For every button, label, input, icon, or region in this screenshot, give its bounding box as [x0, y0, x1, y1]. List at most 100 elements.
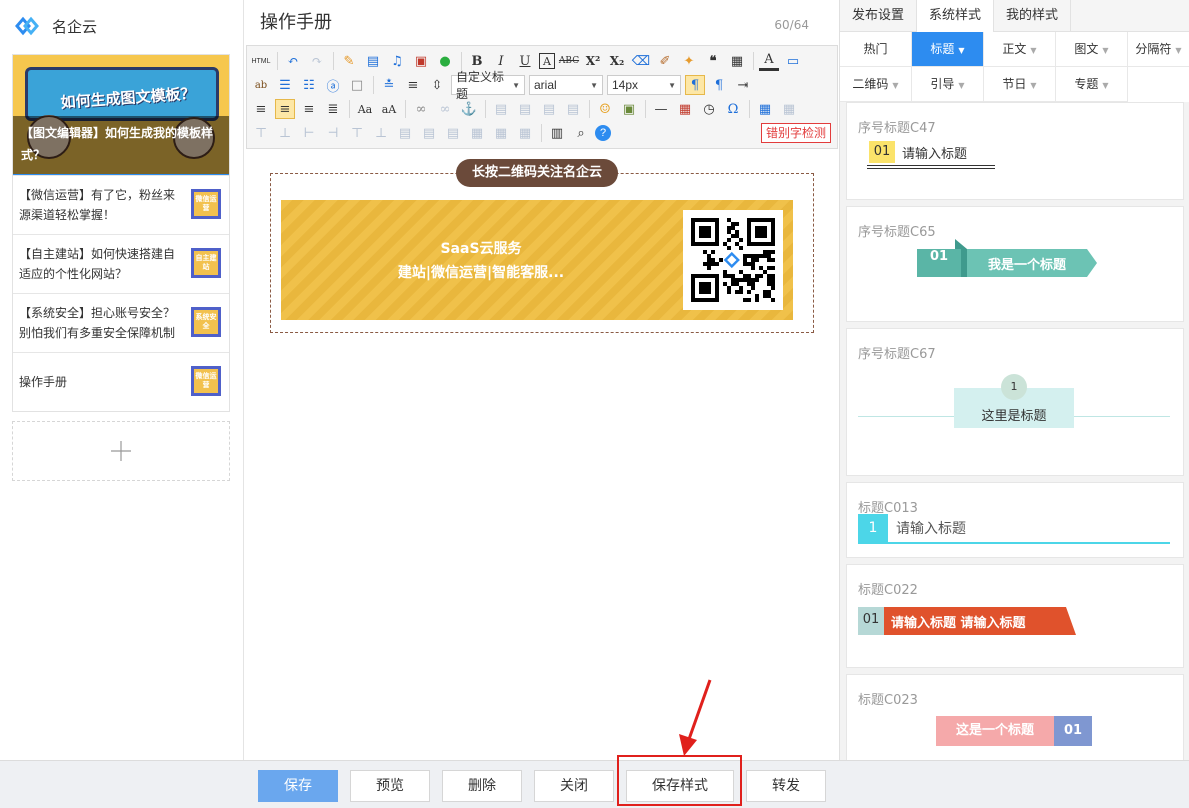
category-guide[interactable]: 引导 ▼: [912, 67, 984, 102]
close-button[interactable]: 关闭: [534, 770, 614, 802]
music-icon[interactable]: ♫: [387, 51, 407, 71]
subscript-button[interactable]: X₂: [607, 51, 627, 71]
video-icon[interactable]: ▤: [363, 51, 383, 71]
font-family-select[interactable]: arial ▼: [529, 75, 603, 95]
bg-color-button[interactable]: ab: [251, 75, 271, 95]
align-right-icon[interactable]: ≡: [299, 99, 319, 119]
unordered-list-icon[interactable]: ☷: [299, 75, 319, 95]
help-icon[interactable]: ?: [595, 125, 611, 141]
align-justify-icon[interactable]: ≣: [323, 99, 343, 119]
add-article-button[interactable]: [12, 421, 230, 481]
category-title[interactable]: 标题 ▼: [912, 32, 984, 67]
forward-button[interactable]: 转发: [746, 770, 826, 802]
typo-check-button[interactable]: 错别字检测: [760, 123, 831, 143]
image-right-icon[interactable]: ▤: [539, 99, 559, 119]
image-center-icon[interactable]: ▤: [563, 99, 583, 119]
format-brush-icon[interactable]: ✐: [655, 51, 675, 71]
ordered-list-icon[interactable]: ☰: [275, 75, 295, 95]
font-size-select[interactable]: 14px ▼: [607, 75, 681, 95]
insert-image-icon[interactable]: ▣: [619, 99, 639, 119]
tab-my-styles[interactable]: 我的样式: [994, 0, 1072, 32]
delete-button[interactable]: 删除: [442, 770, 522, 802]
template-card[interactable]: 标题C023 这是一个标题 01: [846, 674, 1184, 760]
font-border-button[interactable]: A: [539, 53, 555, 69]
tab-system-styles[interactable]: 系统样式: [917, 0, 995, 32]
category-image-text[interactable]: 图文 ▼: [1056, 32, 1128, 67]
save-button[interactable]: 保存: [258, 770, 338, 802]
edit-icon[interactable]: ✎: [339, 51, 359, 71]
article-cover-item[interactable]: 如何生成图文模板？ 【图文编辑器】如何生成我的模板样式？: [13, 55, 229, 175]
template-card[interactable]: 序号标题C47 01 请输入标题: [846, 102, 1184, 200]
anchor-text-icon[interactable]: ⓐ: [323, 75, 343, 95]
insert-row-below-icon[interactable]: ⊥: [275, 123, 295, 143]
lowercase-icon[interactable]: aA: [379, 99, 399, 119]
merge-right-icon[interactable]: ▤: [419, 123, 439, 143]
split-cols-icon[interactable]: ▦: [515, 123, 535, 143]
delete-row-icon[interactable]: ⊢: [299, 123, 319, 143]
list-item[interactable]: 【自主建站】如何快速搭建自适应的个性化网站？ 自主建站: [13, 234, 229, 293]
merge-down-icon[interactable]: ▤: [443, 123, 463, 143]
insert-row-icon[interactable]: ⊤: [251, 123, 271, 143]
template-card[interactable]: 标题C013 1 请输入标题: [846, 482, 1184, 558]
preview-button[interactable]: 预览: [350, 770, 430, 802]
template-card[interactable]: 标题C022 01 请输入标题 请输入标题: [846, 564, 1184, 668]
emoji-icon[interactable]: ☺: [595, 99, 615, 119]
date-icon[interactable]: ▦: [675, 99, 695, 119]
redo-icon[interactable]: ↷: [307, 51, 327, 71]
font-color-button[interactable]: A: [759, 51, 779, 71]
tab-publish-settings[interactable]: 发布设置: [840, 0, 918, 32]
category-hot[interactable]: 热门: [840, 32, 912, 67]
superscript-button[interactable]: X²: [583, 51, 603, 71]
list-item[interactable]: 【系统安全】担心账号安全？别怕我们有多重安全保障机制 系统安全: [13, 293, 229, 352]
insert-col-icon[interactable]: ⊣: [323, 123, 343, 143]
category-qrcode[interactable]: 二维码 ▼: [840, 67, 912, 102]
custom-title-select[interactable]: 自定义标题 ▼: [451, 70, 525, 101]
blank-page-icon[interactable]: □: [347, 75, 367, 95]
image-left-icon[interactable]: ▤: [515, 99, 535, 119]
search-replace-icon[interactable]: ⌕: [571, 123, 591, 143]
paste-icon[interactable]: ▦: [727, 51, 747, 71]
indent-icon[interactable]: ⇥: [733, 75, 753, 95]
insert-col-right-icon[interactable]: ⊤: [347, 123, 367, 143]
fullscreen-icon[interactable]: ▭: [783, 51, 803, 71]
quote-icon[interactable]: ❝: [703, 51, 723, 71]
align-left-icon[interactable]: ≡: [251, 99, 271, 119]
image-none-icon[interactable]: ▤: [491, 99, 511, 119]
delete-col-icon[interactable]: ⊥: [371, 123, 391, 143]
page-title[interactable]: 操作手册: [260, 8, 332, 34]
list-item[interactable]: 【微信运营】有了它，粉丝来源渠道轻松掌握！ 微信运营: [13, 175, 229, 234]
print-icon[interactable]: ▥: [547, 123, 567, 143]
undo-icon[interactable]: ↶: [283, 51, 303, 71]
split-cells-icon[interactable]: ▦: [467, 123, 487, 143]
unlink-icon[interactable]: ∞: [435, 99, 455, 119]
list-item[interactable]: 操作手册 微信运营: [13, 352, 229, 411]
line-height-icon[interactable]: ≛: [379, 75, 399, 95]
align-center-icon[interactable]: ≡: [275, 99, 295, 119]
category-body[interactable]: 正文 ▼: [984, 32, 1056, 67]
underline-button[interactable]: U: [515, 51, 535, 71]
category-topic[interactable]: 专题 ▼: [1056, 67, 1128, 102]
table-delete-icon[interactable]: ▦: [779, 99, 799, 119]
row-spacing-icon[interactable]: ⇳: [427, 75, 447, 95]
source-html-button[interactable]: HTML: [251, 51, 271, 71]
split-rows-icon[interactable]: ▦: [491, 123, 511, 143]
editor-canvas[interactable]: 长按二维码关注名企云 SaaS云服务 建站|微信运营|智能客服...: [270, 159, 814, 333]
wechat-icon[interactable]: ●: [435, 51, 455, 71]
horizontal-rule-icon[interactable]: —: [651, 99, 671, 119]
special-char-icon[interactable]: Ω: [723, 99, 743, 119]
merge-cells-icon[interactable]: ▤: [395, 123, 415, 143]
template-card[interactable]: 序号标题C65 01 我是一个标题: [846, 206, 1184, 322]
category-divider[interactable]: 分隔符 ▼: [1128, 32, 1189, 67]
image-icon[interactable]: ▣: [411, 51, 431, 71]
eraser-icon[interactable]: ⌫: [631, 51, 651, 71]
ltr-direction-icon[interactable]: ¶: [685, 75, 705, 95]
template-card[interactable]: 序号标题C67 1 这里是标题: [846, 328, 1184, 476]
category-festival[interactable]: 节日 ▼: [984, 67, 1056, 102]
paragraph-spacing-icon[interactable]: ≡: [403, 75, 423, 95]
magic-wand-icon[interactable]: ✦: [679, 51, 699, 71]
strikethrough-button[interactable]: ABC: [559, 51, 579, 71]
anchor-icon[interactable]: ⚓: [459, 99, 479, 119]
link-icon[interactable]: ∞: [411, 99, 431, 119]
rtl-direction-icon[interactable]: ¶: [709, 75, 729, 95]
table-icon[interactable]: ▦: [755, 99, 775, 119]
